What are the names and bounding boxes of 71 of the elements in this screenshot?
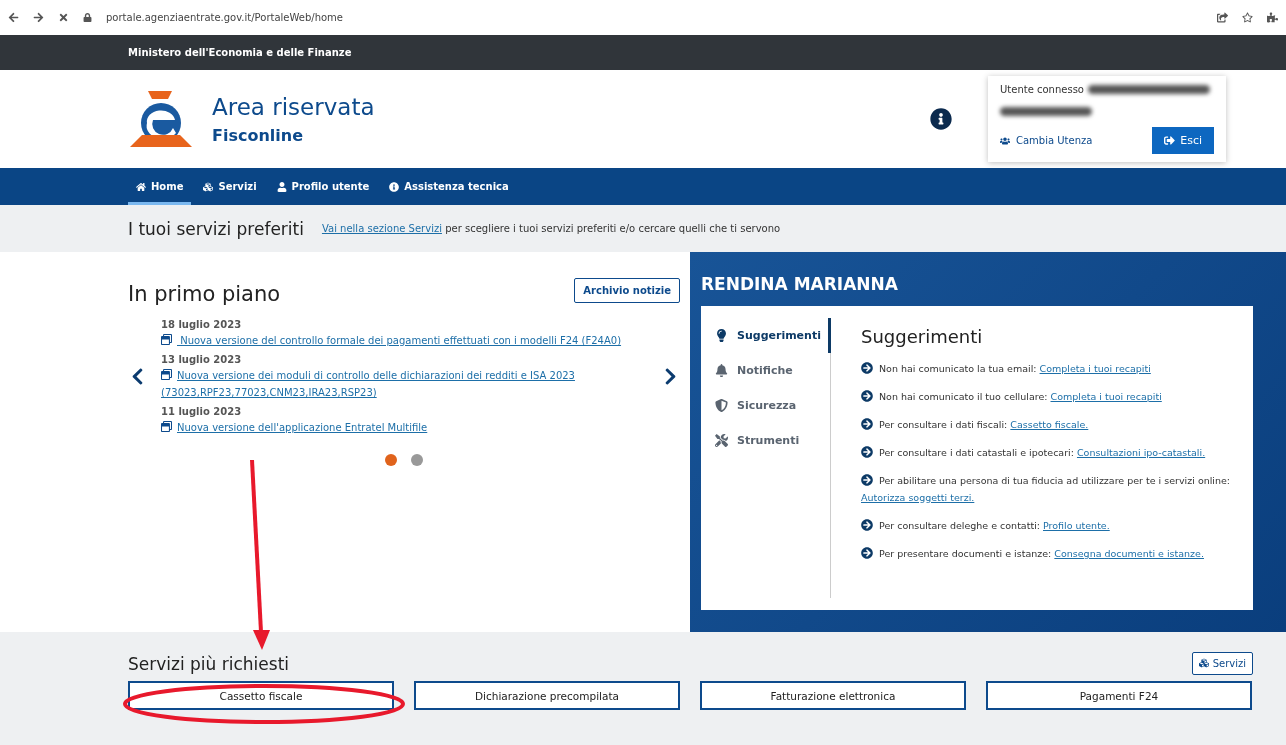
close-icon[interactable] [58,12,69,23]
suggestion-link[interactable]: Completa i tuoi recapiti [1050,391,1162,402]
puzzle-icon[interactable] [1267,12,1278,23]
suggestions-heading: Suggerimenti [861,326,984,347]
user-icon [276,181,287,192]
user-name: RENDINA MARIANNA [701,274,899,294]
home-icon [136,181,146,192]
bell-icon [715,364,728,377]
star-icon[interactable] [1242,12,1253,23]
suggestion-link[interactable]: Autorizza soggetti terzi. [861,492,975,503]
info-icon[interactable] [930,108,952,130]
ministry-name: Ministero dell'Economia e delle Finanze [128,47,352,58]
cubes-icon [203,181,214,192]
services-title: Servizi più richiesti [128,653,290,674]
services-link[interactable]: Vai nella sezione Servizi [321,223,442,234]
suggestion-link[interactable]: Cassetto fiscale. [1010,419,1089,430]
suggestion-link[interactable]: Profilo utente. [1043,520,1110,531]
site-title: Area riservata [212,93,376,120]
favorites-title: I tuoi servizi preferiti [128,218,304,239]
nav-tab[interactable]: Assistenza tecnica [381,168,517,205]
news-link[interactable]: Nuova versione dei moduli di controllo delle dichiarazioni dei redditi e ISA 2023 (73023,RPF23,77023,CNM23,IRA23,RSP23) [161,367,647,401]
news-link[interactable]: Nuova versione dell'applicazione Entratel Multifile [161,419,647,436]
window-icon [161,369,172,380]
site-subtitle: Fisconline [212,125,304,145]
nav-tab[interactable]: Profilo utente [268,168,378,205]
suggestion-text: Per abilitare una persona di tua fiducia ad utilizzare per te i servizi online: Autorizza soggetti terzi. [861,473,1232,505]
side-tab[interactable]: Suggerimenti [715,318,831,353]
services-button[interactable]: Servizi [1191,652,1253,675]
info-icon [389,181,400,192]
suggestion-text: Per consultare deleghe e contatti: Profilo utente. [861,517,1241,534]
cubes-icon [1198,658,1209,668]
lightbulb-icon [715,329,728,342]
news-title: In primo piano [128,282,281,306]
window-icon [161,421,172,432]
suggestion-text: Per presentare documenti e istanze: Consegna documenti e istanze. [861,545,1241,562]
news-date: 18 luglio 2023 [161,319,243,330]
shield-icon [715,399,728,412]
service-tile[interactable]: Pagamenti F24 [986,681,1252,710]
logout-button[interactable]: Esci [1152,127,1214,154]
suggestion-text: Per consultare i dati catastali e ipotecari: Consultazioni ipo-catastali. [861,444,1241,461]
side-tab[interactable]: Sicurezza [715,388,831,423]
suggestion-link[interactable]: Consultazioni ipo-catastali. [1076,447,1206,458]
carousel-dot[interactable] [385,454,397,466]
nav-tab[interactable]: Servizi [195,168,265,205]
logo-icon [128,89,194,149]
lock-icon [83,13,92,22]
switch-user-link[interactable]: Cambia Utenza [1000,135,1149,146]
logout-icon [1164,135,1176,146]
archive-button[interactable]: Archivio notizie [574,277,680,303]
service-tile[interactable]: Fatturazione elettronica [700,681,966,710]
address-bar[interactable]: portale.agenziaentrate.gov.it/PortaleWeb/home [106,12,1203,23]
suggestion-text: Non hai comunicato la tua email: Completa i tuoi recapiti [861,360,1241,377]
forward-icon[interactable] [33,12,44,23]
news-link[interactable]: Nuova versione del controllo formale dei pagamenti effettuati con i modelli F24 (F24A0) [161,332,647,349]
users-icon [1000,135,1010,146]
tools-icon [715,434,728,447]
user-label: Utente connesso [1000,84,1084,95]
news-date: 11 luglio 2023 [161,406,243,417]
suggestion-text: Non hai comunicato il tuo cellulare: Completa i tuoi recapiti [861,388,1241,405]
news-date: 13 luglio 2023 [161,354,243,365]
share-icon[interactable] [1217,12,1228,23]
window-icon [161,334,172,345]
back-icon[interactable] [8,12,19,23]
service-tile[interactable]: Dichiarazione precompilata [414,681,680,710]
favorites-text: Vai nella sezione Servizi per scegliere i tuoi servizi preferiti e/o cercare quelli che ti servono [321,223,781,234]
carousel-dot[interactable] [411,454,423,466]
side-tab[interactable]: Notifiche [715,353,831,388]
suggestion-text: Per consultare i dati fiscali: Cassetto fiscale. [861,416,1241,433]
suggestion-link[interactable]: Completa i tuoi recapiti [1039,363,1151,374]
side-tab[interactable]: Strumenti [715,423,831,458]
suggestion-link[interactable]: Consegna documenti e istanze. [1054,548,1204,559]
